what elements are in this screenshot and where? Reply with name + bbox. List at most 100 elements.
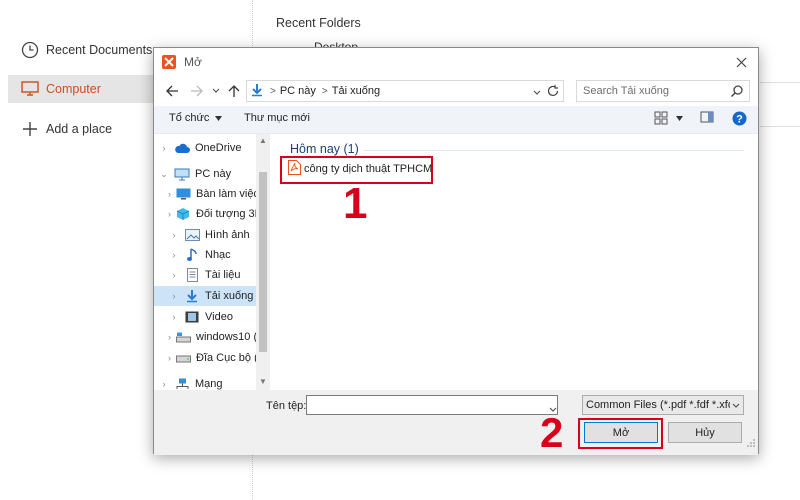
cancel-button[interactable]: Hủy	[668, 422, 742, 443]
nav-item-pictures[interactable]: › Hình ảnh	[154, 225, 256, 245]
scroll-up-icon[interactable]: ▲	[259, 136, 267, 145]
download-folder-icon	[250, 83, 264, 100]
organize-label: Tổ chức	[169, 112, 210, 124]
sidebar-item-label: Computer	[46, 82, 101, 96]
dialog-footer: Tên tệp: Common Files (*.pdf *.fdf *.xfd…	[154, 390, 758, 455]
filename-input[interactable]	[306, 395, 558, 415]
nav-item-videos[interactable]: › Video	[154, 307, 256, 327]
file-type-select[interactable]: Common Files (*.pdf *.fdf *.xfdf)	[582, 395, 744, 415]
expand-chevron-icon[interactable]: ›	[168, 209, 171, 219]
nav-item-label: Đĩa Cục bộ (D:)	[196, 352, 256, 364]
app-logo-icon	[162, 55, 176, 69]
nav-item-onedrive[interactable]: › OneDrive	[154, 138, 256, 158]
scroll-thumb[interactable]	[259, 172, 267, 352]
group-divider	[364, 150, 744, 151]
scroll-down-icon[interactable]: ▼	[259, 377, 267, 386]
drive-icon	[175, 330, 191, 344]
computer-icon	[20, 79, 40, 99]
divider-line	[760, 82, 800, 83]
file-type-value: Common Files (*.pdf *.fdf *.xfdf)	[586, 399, 741, 411]
nav-item-label: Tải xuống	[205, 290, 254, 302]
organize-button[interactable]: Tổ chức	[169, 112, 223, 124]
cube-icon	[175, 207, 191, 221]
command-toolbar: Tổ chức Thư mục mới ?	[154, 106, 758, 134]
expand-chevron-icon[interactable]: ›	[168, 332, 171, 342]
expand-chevron-icon[interactable]: ›	[168, 291, 180, 301]
drive-icon	[175, 351, 191, 365]
address-dropdown-icon[interactable]	[533, 87, 541, 99]
nav-item-label: Bàn làm việc	[196, 188, 256, 200]
search-placeholder: Search Tải xuống	[583, 85, 670, 97]
help-button[interactable]: ?	[732, 111, 747, 126]
navigation-scrollbar[interactable]: ▲ ▼	[256, 134, 270, 390]
expand-chevron-icon[interactable]: ›	[168, 270, 180, 280]
nav-item-network[interactable]: › Mạng	[154, 374, 256, 390]
network-icon	[174, 377, 190, 390]
dialog-titlebar[interactable]: Mở	[154, 48, 758, 76]
nav-item-label: Đối tượng 3D	[196, 208, 256, 220]
breadcrumb-pc[interactable]: PC này	[280, 85, 316, 97]
address-row: > PC này > Tải xuống Search Tải xuống	[154, 78, 758, 106]
resize-grip-icon[interactable]	[746, 435, 756, 453]
breadcrumb-separator: >	[270, 85, 276, 97]
sidebar-item-recent-documents[interactable]: Recent Documents	[8, 36, 158, 64]
close-button[interactable]	[732, 53, 750, 71]
video-icon	[184, 310, 200, 324]
forward-button[interactable]	[188, 82, 204, 100]
nav-item-label: Tài liệu	[205, 269, 241, 281]
expand-chevron-icon[interactable]: ›	[168, 250, 180, 260]
arrow-left-icon	[165, 85, 178, 97]
nav-item-label: OneDrive	[195, 142, 242, 154]
expand-chevron-icon[interactable]: ›	[168, 312, 180, 322]
address-bar[interactable]: > PC này > Tải xuống	[246, 80, 564, 102]
sidebar-item-add-place[interactable]: Add a place	[8, 115, 158, 143]
clock-icon	[20, 40, 40, 60]
nav-item-label: Hình ảnh	[205, 229, 250, 241]
cloud-icon	[174, 141, 190, 155]
sidebar-item-computer[interactable]: Computer	[8, 75, 154, 103]
expand-chevron-icon[interactable]: ›	[158, 379, 170, 389]
collapse-chevron-icon[interactable]: ⌄	[158, 169, 170, 180]
nav-item-documents[interactable]: › Tài liệu	[154, 265, 256, 285]
help-icon: ?	[732, 111, 747, 126]
up-button[interactable]	[226, 82, 242, 100]
new-folder-button[interactable]: Thư mục mới	[244, 112, 310, 124]
expand-chevron-icon[interactable]: ›	[168, 189, 171, 199]
nav-item-drive-d[interactable]: › Đĩa Cục bộ (D:)	[154, 348, 256, 368]
chevron-down-icon	[730, 400, 740, 412]
breadcrumb-downloads[interactable]: Tải xuống	[332, 85, 380, 97]
expand-chevron-icon[interactable]: ›	[158, 143, 170, 153]
expand-chevron-icon[interactable]: ›	[168, 230, 180, 240]
nav-item-label: windows10 (C:)	[196, 331, 256, 343]
nav-item-label: Mạng	[195, 378, 223, 390]
search-input[interactable]: Search Tải xuống	[576, 80, 750, 102]
preview-pane-button[interactable]	[700, 111, 714, 123]
back-button[interactable]	[164, 82, 180, 100]
recent-locations-button[interactable]	[208, 82, 224, 100]
nav-item-3d-objects[interactable]: › Đối tượng 3D	[154, 204, 256, 224]
sidebar-item-label: Add a place	[46, 122, 113, 136]
view-options-button[interactable]	[654, 111, 683, 125]
pictures-icon	[184, 228, 200, 242]
step-number-2: 2	[540, 409, 564, 456]
navigation-pane: › OneDrive ⌄ PC này › Bàn làm việc › Đối…	[154, 134, 270, 390]
divider-line	[760, 126, 800, 127]
caret-down-icon	[215, 115, 223, 121]
nav-item-music[interactable]: › Nhạc	[154, 245, 256, 265]
nav-item-label: PC này	[195, 168, 232, 180]
refresh-icon[interactable]	[546, 84, 560, 101]
desktop-folder-icon	[175, 187, 191, 201]
group-header-today[interactable]: Hôm nay (1)	[290, 142, 359, 156]
music-icon	[184, 248, 200, 262]
pc-icon	[174, 167, 190, 181]
arrow-up-icon	[228, 84, 240, 97]
expand-chevron-icon[interactable]: ›	[168, 353, 171, 363]
nav-item-drive-c[interactable]: › windows10 (C:)	[154, 327, 256, 347]
documents-icon	[184, 268, 200, 282]
nav-item-this-pc[interactable]: ⌄ PC này	[154, 164, 256, 184]
nav-item-downloads[interactable]: › Tải xuống	[154, 286, 256, 306]
chevron-down-icon	[212, 88, 220, 93]
view-grid-icon	[654, 111, 668, 125]
nav-item-desktop[interactable]: › Bàn làm việc	[154, 184, 256, 204]
breadcrumb-separator: >	[321, 85, 328, 97]
